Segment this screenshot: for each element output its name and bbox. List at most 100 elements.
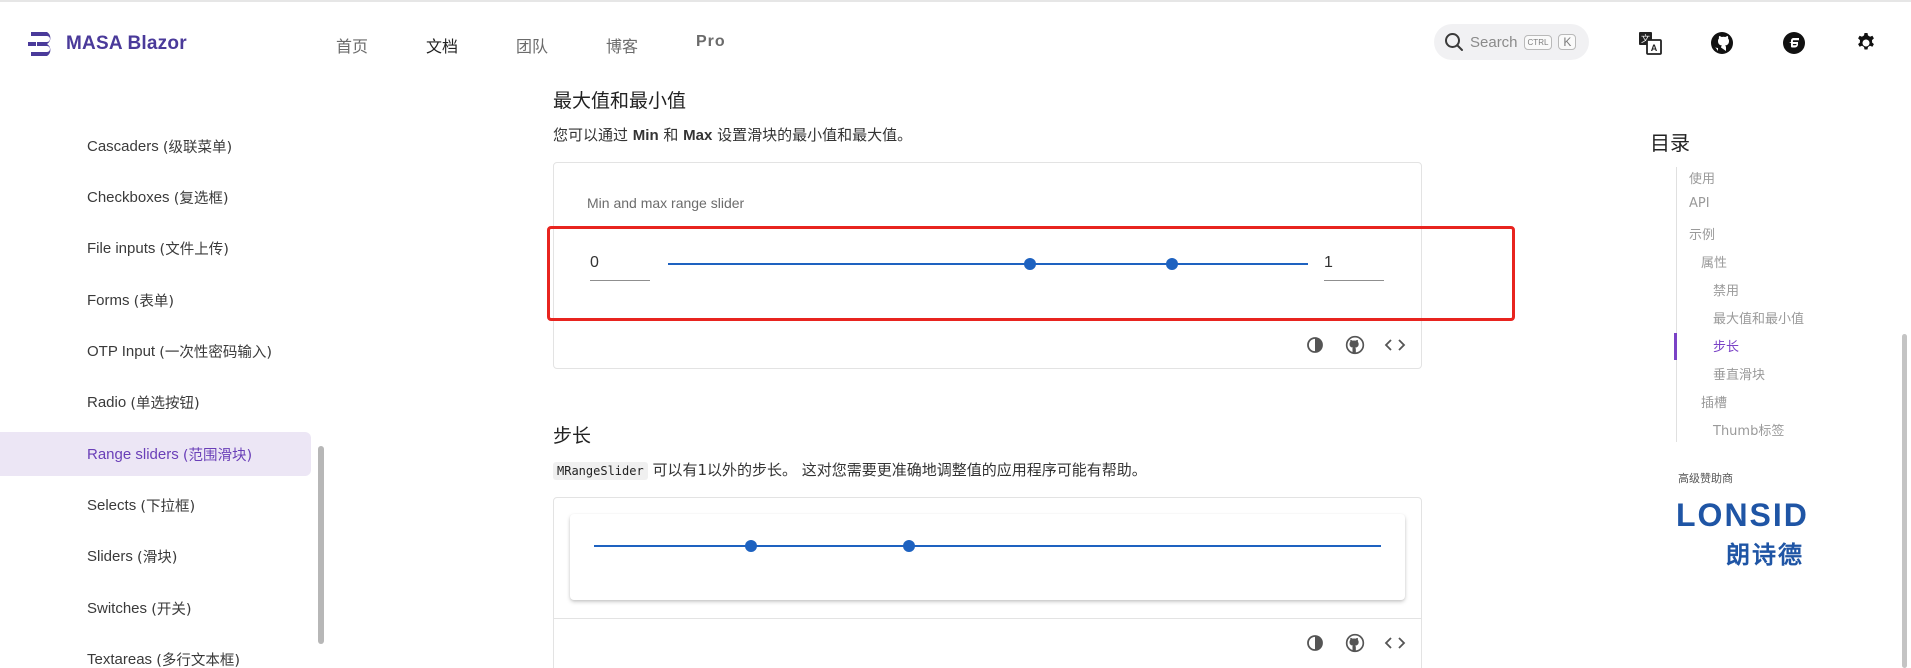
sponsor-label: 高级赞助商 [1678, 472, 1733, 485]
card-toolbar [554, 618, 1421, 666]
annotation-highlight-box [547, 226, 1515, 321]
section-title-step: 步长 [553, 425, 592, 447]
github-icon [1345, 633, 1365, 653]
sidebar-item-file-inputs[interactable]: File inputs (文件上传) [0, 226, 311, 270]
sidebar-item-checkboxes[interactable]: Checkboxes (复选框) [0, 175, 311, 219]
contrast-icon [1307, 635, 1323, 651]
sidebar-item-label-zh: (滑块) [137, 549, 178, 566]
sidebar-item-switches[interactable]: Switches (开关) [0, 586, 311, 630]
slider-label: Min and max range slider [587, 195, 745, 211]
sidebar-item-label-zh: (开关) [151, 601, 192, 618]
sidebar-item-label: Checkboxes [87, 188, 170, 206]
code-icon [1384, 339, 1406, 351]
gitee-button[interactable] [1781, 30, 1807, 56]
sidebar-item-label-zh: (表单) [133, 293, 174, 310]
sidebar-item-label: Range sliders [87, 445, 179, 463]
github-icon [1711, 32, 1733, 54]
theme-toggle-button[interactable] [1304, 632, 1326, 654]
toc-item-examples[interactable]: 示例 [1689, 224, 1715, 243]
nav-blog[interactable]: 博客 [606, 33, 696, 57]
desc-text: 可以有1以外的步长。 这对您需要更准确地调整值的应用程序可能有帮助。 [647, 461, 1147, 479]
sidebar-item-label-zh: (下拉框) [140, 498, 196, 515]
sidebar-item-label: Sliders [87, 547, 133, 565]
step-slider-track[interactable] [594, 545, 1381, 547]
nav-home[interactable]: 首页 [336, 33, 426, 57]
toc-item-disabled[interactable]: 禁用 [1713, 280, 1739, 299]
app-header: MASA Blazor 首页 文档 团队 博客 Pro Search CTRL … [0, 2, 1911, 82]
sponsor-logo[interactable]: LONSID 朗诗德 [1676, 497, 1856, 569]
desc-text: 设置滑块的最小值和最大值。 [712, 126, 913, 144]
kbd-k: K [1558, 34, 1577, 50]
sidebar-scrollbar[interactable] [318, 446, 324, 644]
sidebar-item-label: Radio [87, 393, 127, 411]
sidebar-item-sliders[interactable]: Sliders (滑块) [0, 534, 311, 578]
view-code-button[interactable] [1384, 334, 1406, 356]
sidebar-item-label-zh: (多行文本框) [156, 652, 241, 668]
github-button[interactable] [1709, 30, 1735, 56]
example-sheet [570, 514, 1405, 600]
translate-icon: 文 A [1639, 32, 1662, 55]
theme-toggle-button[interactable] [1304, 334, 1326, 356]
sidebar-item-forms[interactable]: Forms (表单) [0, 278, 311, 322]
sidebar-item-otp-input[interactable]: OTP Input (一次性密码输入) [0, 329, 311, 373]
sidebar-item-label: File inputs [87, 239, 156, 257]
section-desc-step: MRangeSlider 可以有1以外的步长。 这对您需要更准确地调整值的应用程… [553, 459, 1147, 480]
nav-docs[interactable]: 文档 [426, 33, 516, 57]
view-github-button[interactable] [1344, 632, 1366, 654]
search-button[interactable]: Search CTRL K [1434, 24, 1589, 60]
section-desc-min-max: 您可以通过 Min 和 Max 设置滑块的最小值和最大值。 [553, 124, 912, 145]
toc-rail [1676, 167, 1677, 442]
brand-logo[interactable]: MASA Blazor [28, 30, 187, 58]
sidebar-item-label: Switches [87, 599, 148, 617]
sidebar-item-label-zh: (文件上传) [159, 241, 229, 258]
svg-text:A: A [1651, 43, 1658, 53]
sidebar-item-label-zh: (单选按钮) [130, 395, 200, 412]
desc-text: 您可以通过 [553, 126, 633, 144]
toc-item-thumb-label[interactable]: Thumb标签 [1713, 420, 1784, 439]
step-slider-thumb-end[interactable] [902, 540, 915, 552]
desc-text: 和 [658, 126, 684, 144]
gear-icon [1858, 33, 1874, 50]
contrast-icon [1307, 337, 1323, 353]
github-icon [1345, 335, 1365, 355]
toc-item-vertical[interactable]: 垂直滑块 [1713, 364, 1765, 383]
translate-button[interactable]: 文 A [1637, 30, 1663, 56]
sidebar-item-label-zh: (级联菜单) [162, 139, 233, 156]
page-scrollbar[interactable] [1902, 334, 1907, 668]
sidebar-item-selects[interactable]: Selects (下拉框) [0, 483, 311, 527]
search-placeholder: Search [1470, 33, 1518, 51]
toc-item-api[interactable]: API [1689, 196, 1710, 211]
sidebar: Cascaders (级联菜单) Checkboxes (复选框) File i… [0, 82, 320, 668]
nav-pro[interactable]: Pro [696, 33, 786, 57]
sidebar-item-label-zh: (复选框) [173, 190, 229, 207]
toc-item-min-max[interactable]: 最大值和最小值 [1713, 308, 1804, 327]
sponsor-name-en: LONSID [1676, 497, 1809, 533]
sidebar-item-range-sliders[interactable]: Range sliders (范围滑块) [0, 432, 311, 476]
toc-title: 目录 [1650, 131, 1690, 155]
search-icon [1445, 33, 1463, 51]
masa-logo-icon [28, 32, 51, 56]
toc-item-props[interactable]: 属性 [1701, 252, 1727, 271]
desc-bold-min: Min [632, 127, 659, 144]
sidebar-item-label-zh: (一次性密码输入) [159, 344, 273, 361]
sidebar-item-textareas[interactable]: Textareas (多行文本框) [0, 637, 311, 668]
view-github-button[interactable] [1344, 334, 1366, 356]
view-code-button[interactable] [1384, 632, 1406, 654]
sidebar-item-cascaders[interactable]: Cascaders (级联菜单) [0, 124, 311, 168]
sponsor-name-zh: 朗诗德 [1726, 541, 1804, 569]
nav-team[interactable]: 团队 [516, 33, 606, 57]
settings-button[interactable] [1853, 30, 1879, 56]
card-toolbar [554, 320, 1421, 368]
toc-item-step[interactable]: 步长 [1713, 336, 1739, 355]
sidebar-item-label: Forms [87, 291, 130, 309]
step-slider-thumb-start[interactable] [745, 540, 758, 552]
toc-item-slots[interactable]: 插槽 [1701, 392, 1727, 411]
gitee-icon [1783, 32, 1805, 54]
sidebar-item-label: OTP Input [87, 342, 156, 360]
code-icon [1384, 637, 1406, 649]
toc-active-indicator [1674, 333, 1677, 360]
example-card-step [553, 497, 1422, 668]
sidebar-item-radio[interactable]: Radio (单选按钮) [0, 380, 311, 424]
sidebar-item-label-zh: (范围滑块) [182, 447, 253, 464]
toc-item-usage[interactable]: 使用 [1689, 168, 1715, 187]
